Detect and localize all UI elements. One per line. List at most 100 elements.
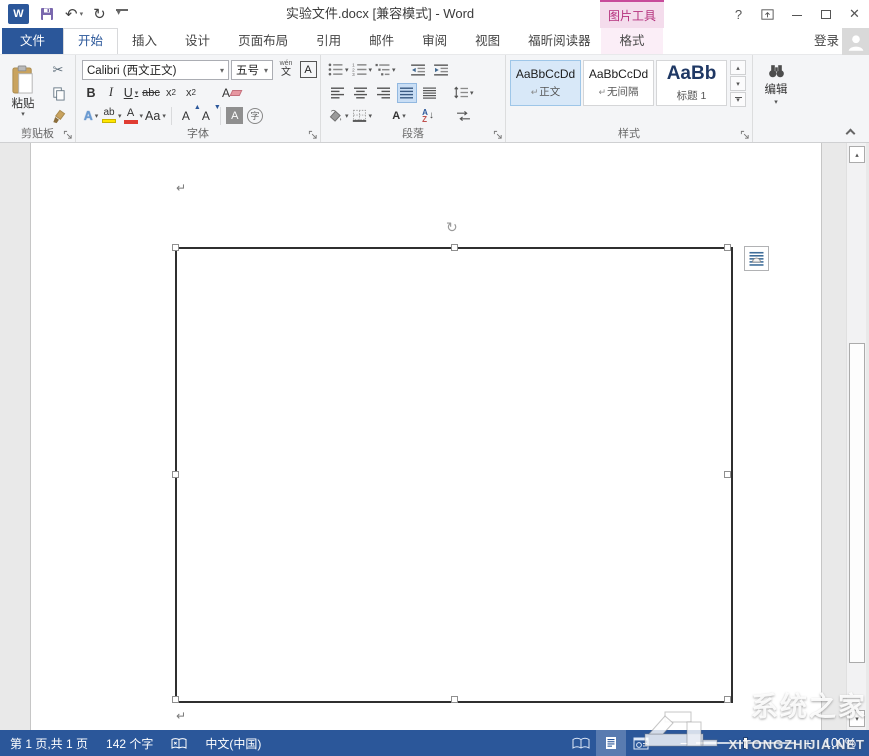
word-count[interactable]: 142 个字 [106,735,153,752]
clipboard-dialog-launcher[interactable] [62,129,73,140]
align-center-button[interactable] [351,83,371,103]
language-indicator[interactable]: 中文(中国) [205,735,261,752]
rotation-handle[interactable]: ↻ [446,219,458,236]
font-dialog-launcher[interactable] [307,129,318,140]
tab-insert[interactable]: 插入 [118,28,171,54]
highlight-color-button[interactable]: ab [102,106,122,126]
tab-design[interactable]: 设计 [171,28,224,54]
zoom-out-button[interactable]: − [676,735,692,751]
ribbon-display-options-button[interactable] [753,0,782,28]
superscript-button[interactable]: x2 [182,83,200,103]
tab-file[interactable]: 文件 [2,28,63,54]
copy-button[interactable] [46,83,70,103]
proofing-status[interactable] [171,737,187,750]
layout-options-button[interactable] [744,246,769,271]
asian-layout-button[interactable]: A [389,106,409,126]
tab-foxit-reader[interactable]: 福昕阅读器 [514,28,605,54]
change-case-button[interactable]: Aa [145,106,166,126]
bullets-button[interactable] [328,60,349,80]
character-border-button[interactable]: A [299,60,317,80]
handle-top-right[interactable] [724,244,731,251]
zoom-in-button[interactable]: + [800,735,816,751]
align-right-button[interactable] [374,83,394,103]
tab-references[interactable]: 引用 [302,28,355,54]
bold-button[interactable]: B [82,83,100,103]
grow-font-button[interactable]: A▲ [177,106,195,126]
underline-button[interactable]: U [122,83,140,103]
web-layout-button[interactable] [626,730,656,756]
subscript-button[interactable]: x2 [162,83,180,103]
format-painter-button[interactable] [46,106,70,126]
word-logo-icon[interactable]: W [8,4,29,24]
account-avatar[interactable] [842,28,869,55]
distributed-button[interactable] [420,83,440,103]
save-icon[interactable] [39,6,55,22]
scrollbar-thumb[interactable] [849,343,865,663]
handle-middle-left[interactable] [172,471,179,478]
handle-bottom-left[interactable] [172,696,179,703]
gallery-more-button[interactable]: ▾ [730,92,746,107]
text-effects-button[interactable]: A [82,106,100,126]
selected-picture[interactable] [175,247,733,703]
decrease-indent-button[interactable] [409,60,429,80]
style-heading-1[interactable]: AaBb 标题 1 [656,60,727,106]
multilevel-list-button[interactable] [375,60,396,80]
paste-button[interactable]: 粘贴 [2,58,44,124]
redo-button[interactable]: ↻ [93,5,106,23]
sign-in-link[interactable]: 登录 [814,28,839,55]
justify-button[interactable] [397,83,417,103]
handle-bottom-right[interactable] [724,696,731,703]
cut-button[interactable]: ✂ [46,60,70,80]
increase-indent-button[interactable] [432,60,452,80]
undo-button[interactable]: ↶ [65,5,83,23]
group-editing[interactable]: 编辑 [753,55,799,142]
clear-formatting-button[interactable]: A [222,83,241,103]
help-button[interactable]: ? [724,0,753,28]
style-no-spacing[interactable]: AaBbCcDd ↵无间隔 [583,60,654,106]
numbering-button[interactable] [352,60,373,80]
shrink-font-button[interactable]: A▼ [197,106,215,126]
borders-button[interactable] [352,106,373,126]
tab-picture-format[interactable]: 格式 [601,28,663,54]
sort-button[interactable]: AZ↓ [418,106,438,126]
handle-top-center[interactable] [451,244,458,251]
print-layout-button[interactable] [596,730,626,756]
styles-dialog-launcher[interactable] [739,129,750,140]
zoom-level[interactable]: 100% [824,736,856,750]
tab-home[interactable]: 开始 [63,28,118,54]
tab-page-layout[interactable]: 页面布局 [224,28,302,54]
italic-button[interactable]: I [102,83,120,103]
minimize-button[interactable] [782,0,811,28]
enclose-characters-button[interactable]: 字 [246,106,264,126]
handle-bottom-center[interactable] [451,696,458,703]
strikethrough-button[interactable]: abc [142,83,160,103]
customize-qat-button[interactable] [116,9,128,19]
tab-review[interactable]: 审阅 [408,28,461,54]
phonetic-guide-button[interactable]: wén文 [275,60,297,80]
tab-mailings[interactable]: 邮件 [355,28,408,54]
zoom-slider-thumb[interactable] [743,737,748,749]
shading-button[interactable] [328,106,349,126]
maximize-button[interactable] [811,0,840,28]
page-indicator[interactable]: 第 1 页,共 1 页 [10,735,88,752]
scroll-up-button[interactable]: ▴ [849,146,865,163]
zoom-slider[interactable] [696,742,796,744]
font-color-button[interactable]: A [124,106,144,126]
style-normal[interactable]: AaBbCcDd ↵正文 [510,60,581,106]
align-left-button[interactable] [328,83,348,103]
handle-middle-right[interactable] [724,471,731,478]
scroll-down-button[interactable]: ▾ [849,710,865,727]
vertical-scrollbar[interactable]: ▴ ▾ [846,143,866,730]
font-size-combobox[interactable]: 五号 [231,60,273,80]
gallery-up-button[interactable]: ▴ [730,60,746,75]
read-mode-button[interactable] [566,730,596,756]
paragraph-dialog-launcher[interactable] [492,129,503,140]
collapse-ribbon-button[interactable] [843,127,857,137]
character-shading-button[interactable]: A [226,106,244,126]
handle-top-left[interactable] [172,244,179,251]
font-family-combobox[interactable]: Calibri (西文正文) [82,60,229,80]
line-spacing-button[interactable] [453,83,474,103]
tab-view[interactable]: 视图 [461,28,514,54]
show-hide-marks-button[interactable] [453,106,473,126]
close-button[interactable]: ✕ [840,0,869,28]
